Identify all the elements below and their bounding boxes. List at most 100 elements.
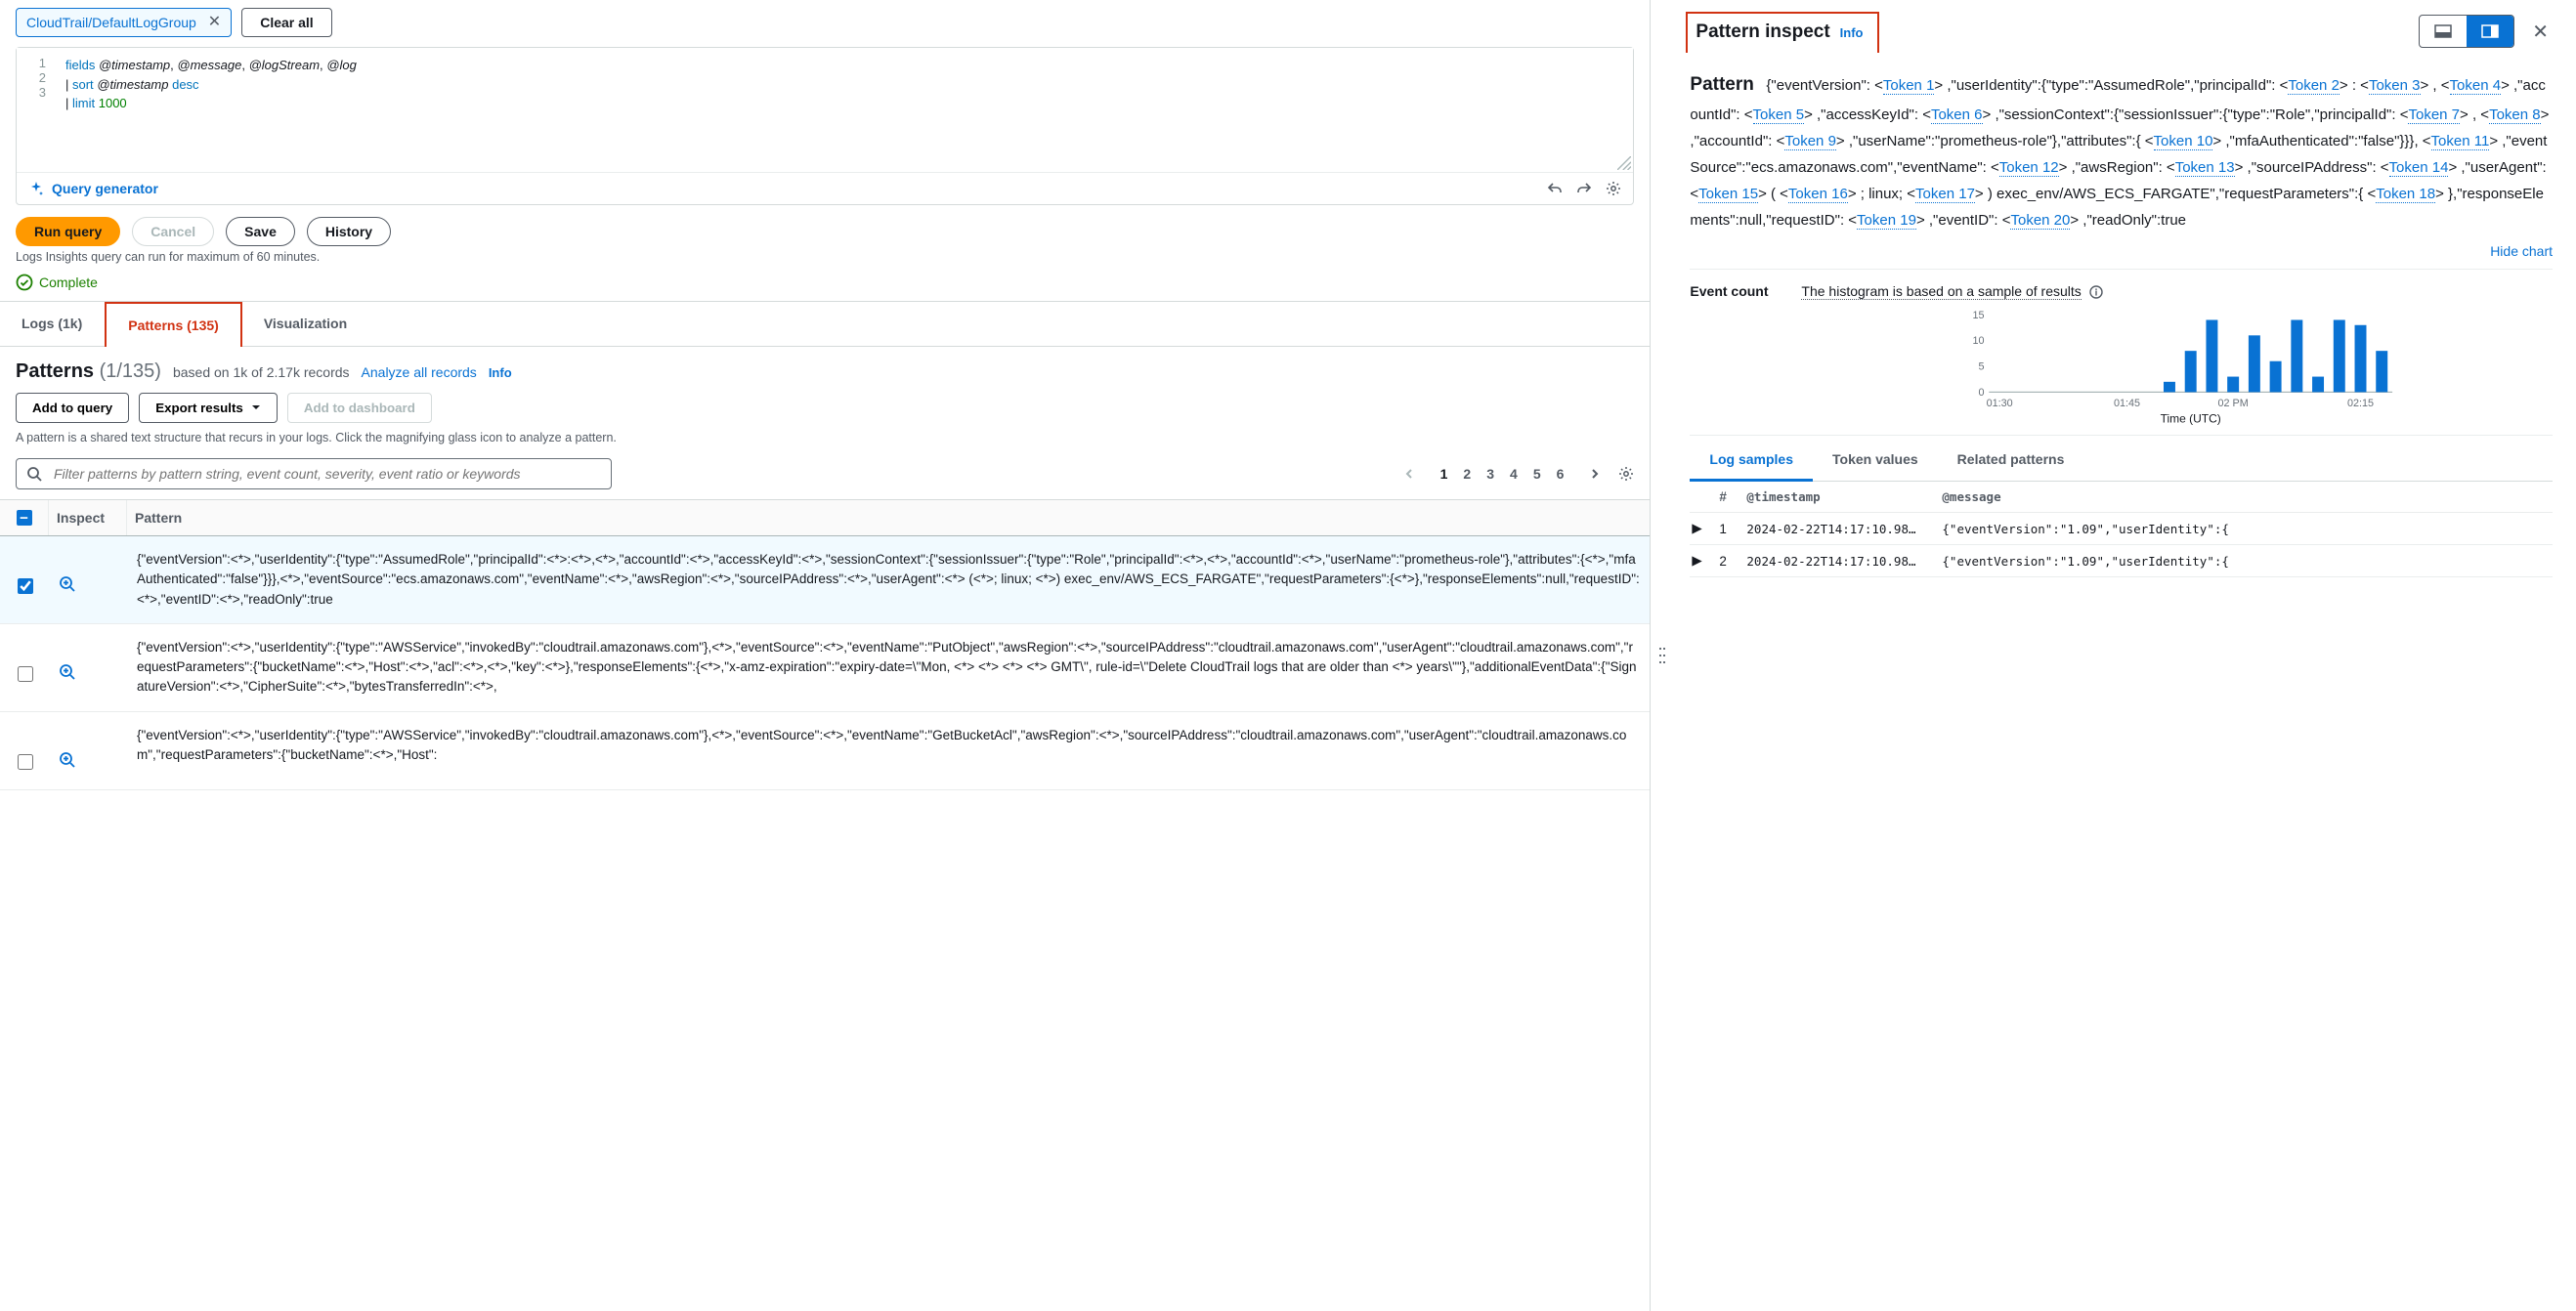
tab-log-samples[interactable]: Log samples (1690, 440, 1813, 482)
inspect-button[interactable] (49, 712, 127, 782)
token-link[interactable]: Token 18 (2376, 186, 2435, 203)
hide-chart-link[interactable]: Hide chart (2490, 243, 2553, 259)
patterns-note: A pattern is a shared text structure tha… (0, 429, 1650, 456)
add-to-query-button[interactable]: Add to query (16, 393, 129, 423)
row-checkbox[interactable] (18, 754, 33, 770)
filter-input[interactable] (52, 465, 601, 483)
token-link[interactable]: Token 1 (1883, 77, 1935, 95)
search-icon (26, 466, 42, 482)
log-group-bar: CloudTrail/DefaultLogGroup ✕ Clear all (0, 0, 1650, 47)
token-link[interactable]: Token 14 (2389, 159, 2449, 177)
svg-text:Time (UTC): Time (UTC) (2161, 412, 2221, 425)
save-button[interactable]: Save (226, 217, 295, 246)
table-row: {"eventVersion":<*>,"userIdentity":{"typ… (0, 712, 1650, 790)
redo-icon[interactable] (1576, 181, 1592, 196)
token-link[interactable]: Token 17 (1915, 186, 1975, 203)
row-checkbox[interactable] (18, 666, 33, 682)
layout-side-button[interactable] (2467, 16, 2513, 47)
filter-input-wrap[interactable] (16, 458, 612, 489)
token-link[interactable]: Token 20 (2010, 212, 2070, 230)
token-link[interactable]: Token 6 (1931, 106, 1983, 124)
tab-patterns[interactable]: Patterns (135) (105, 302, 242, 347)
token-link[interactable]: Token 7 (2408, 106, 2460, 124)
tab-related-patterns[interactable]: Related patterns (1938, 440, 2084, 481)
info-icon[interactable] (2089, 285, 2103, 299)
analyze-all-link[interactable]: Analyze all records (362, 364, 477, 380)
token-link[interactable]: Token 3 (2369, 77, 2421, 95)
inspect-title: Pattern inspect (1692, 18, 1839, 47)
sample-table-header: # @timestamp @message (1690, 482, 2553, 513)
inspect-info-link[interactable]: Info (1840, 25, 1873, 40)
page-1[interactable]: 1 (1440, 466, 1448, 482)
token-link[interactable]: Token 11 (2431, 133, 2490, 150)
sample-timestamp: 2024-02-22T14:17:10.98… (1746, 554, 1942, 569)
page-4[interactable]: 4 (1510, 466, 1518, 482)
clear-all-button[interactable]: Clear all (241, 8, 331, 37)
histogram-chart: 05101501:3001:4502 PM02:15Time (UTC) (1801, 308, 2553, 425)
columns-settings-icon[interactable] (1618, 466, 1634, 482)
sample-row: ▶ 1 2024-02-22T14:17:10.98… {"eventVersi… (1690, 513, 2553, 545)
page-6[interactable]: 6 (1557, 466, 1565, 482)
patterns-subtext: based on 1k of 2.17k records (173, 364, 350, 380)
page-3[interactable]: 3 (1486, 466, 1494, 482)
token-link[interactable]: Token 15 (1698, 186, 1758, 203)
page-prev-icon[interactable] (1403, 468, 1415, 480)
inspect-header: Pattern inspect Info (1686, 12, 1878, 53)
panel-bottom-icon (2434, 24, 2452, 38)
code-editor[interactable]: 123 fields @timestamp, @message, @logStr… (17, 48, 1633, 172)
page-next-icon[interactable] (1589, 468, 1601, 480)
inspect-button[interactable] (49, 536, 127, 607)
chart-area: Event count The histogram is based on a … (1690, 269, 2553, 436)
export-results-button[interactable]: Export results (139, 393, 278, 423)
expand-row-icon[interactable]: ▶ (1692, 521, 1719, 536)
main-panel: CloudTrail/DefaultLogGroup ✕ Clear all 1… (0, 0, 1651, 1311)
tab-logs[interactable]: Logs (1k) (0, 302, 105, 346)
inspect-panel: Pattern inspect Info ✕ Pattern {"eventV (1674, 0, 2576, 1311)
close-panel-button[interactable]: ✕ (2524, 16, 2556, 48)
expand-row-icon[interactable]: ▶ (1692, 553, 1719, 569)
table-header: − Inspect Pattern (0, 500, 1650, 537)
token-link[interactable]: Token 8 (2489, 106, 2541, 124)
col-inspect[interactable]: Inspect (49, 500, 127, 535)
panel-splitter[interactable] (1651, 0, 1674, 1311)
log-group-tag[interactable]: CloudTrail/DefaultLogGroup ✕ (16, 8, 232, 37)
page-2[interactable]: 2 (1463, 466, 1471, 482)
pattern-cell: {"eventVersion":<*>,"userIdentity":{"typ… (127, 536, 1650, 623)
token-link[interactable]: Token 2 (2288, 77, 2340, 95)
token-link[interactable]: Token 16 (1788, 186, 1848, 203)
token-link[interactable]: Token 13 (2175, 159, 2235, 177)
settings-icon[interactable] (1606, 181, 1621, 196)
resize-handle-icon[interactable] (1617, 156, 1631, 170)
token-link[interactable]: Token 9 (1784, 133, 1836, 150)
select-all-checkbox[interactable]: − (17, 510, 32, 526)
tab-visualization[interactable]: Visualization (242, 302, 369, 346)
token-link[interactable]: Token 10 (2154, 133, 2213, 150)
row-checkbox[interactable] (18, 578, 33, 594)
patterns-info-link[interactable]: Info (489, 365, 512, 380)
caret-down-icon (251, 402, 261, 412)
token-link[interactable]: Token 5 (1753, 106, 1805, 124)
page-5[interactable]: 5 (1533, 466, 1541, 482)
tab-token-values[interactable]: Token values (1813, 440, 1938, 481)
svg-text:15: 15 (1973, 310, 1985, 321)
col-pattern[interactable]: Pattern (127, 500, 1650, 535)
token-link[interactable]: Token 12 (1999, 159, 2059, 177)
inspect-button[interactable] (49, 624, 127, 695)
token-link[interactable]: Token 4 (2450, 77, 2502, 95)
history-button[interactable]: History (307, 217, 391, 246)
undo-icon[interactable] (1547, 181, 1563, 196)
run-query-button[interactable]: Run query (16, 217, 120, 246)
editor-code[interactable]: fields @timestamp, @message, @logStream,… (56, 48, 1633, 172)
query-actions: Run query Cancel Save History (0, 205, 1650, 250)
filter-row: 123456 (0, 456, 1650, 499)
query-hint: Logs Insights query can run for maximum … (0, 250, 1650, 274)
layout-bottom-button[interactable] (2420, 16, 2467, 47)
status-complete: Complete (0, 274, 1650, 301)
remove-tag-icon[interactable]: ✕ (208, 15, 221, 30)
magnifier-plus-icon (59, 663, 76, 681)
query-editor: 123 fields @timestamp, @message, @logStr… (16, 47, 1634, 205)
sample-row: ▶ 2 2024-02-22T14:17:10.98… {"eventVersi… (1690, 545, 2553, 577)
query-generator-button[interactable]: Query generator (28, 181, 158, 196)
col-timestamp: @timestamp (1746, 489, 1942, 504)
token-link[interactable]: Token 19 (1857, 212, 1916, 230)
